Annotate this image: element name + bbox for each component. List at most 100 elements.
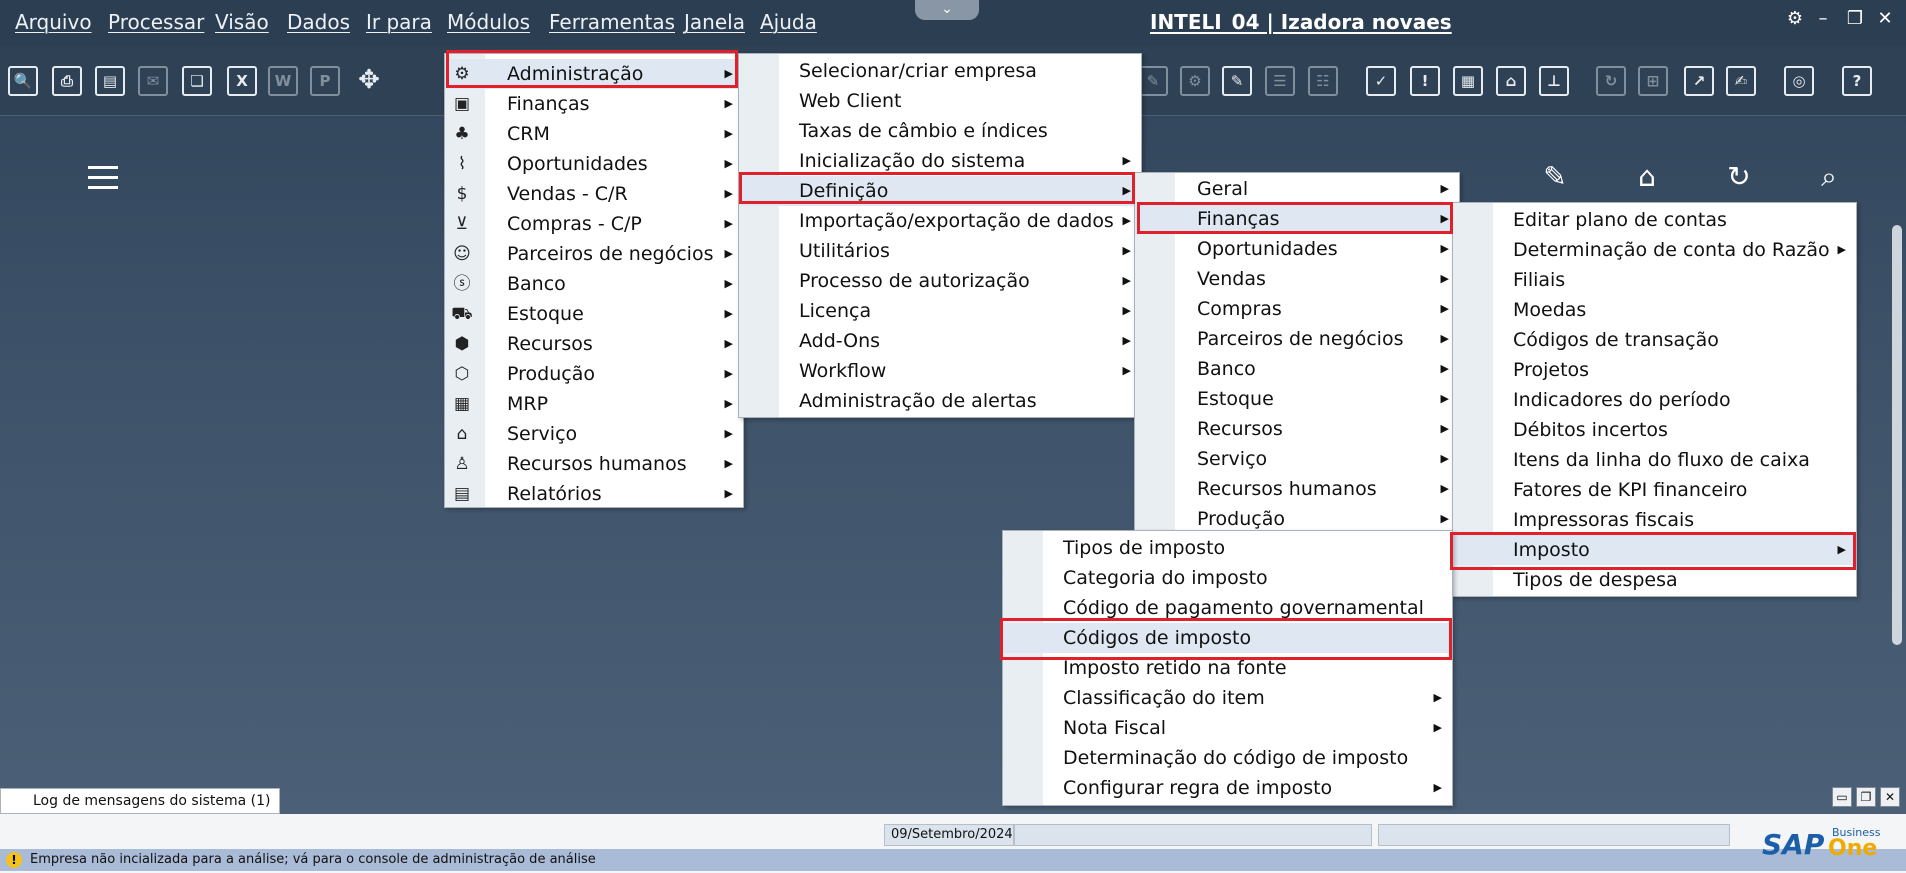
message-icon[interactable]: ☰: [1265, 66, 1295, 96]
approval-icon[interactable]: ✓: [1366, 66, 1396, 96]
financas-item-itens-da-linha-do-fluxo-de-caixa[interactable]: Itens da linha do fluxo de caixa: [1453, 445, 1856, 475]
administracao-item-inicializacao-do-sistema[interactable]: Inicialização do sistema ▶: [739, 146, 1141, 176]
excel-icon[interactable]: X: [227, 66, 257, 96]
scrollbar[interactable]: [1892, 225, 1902, 645]
word-icon[interactable]: W: [268, 66, 298, 96]
modulos-item-servico[interactable]: ⌂ Serviço ▶: [445, 419, 743, 449]
administracao-item-add-ons[interactable]: Add-Ons ▶: [739, 326, 1141, 356]
imposto-item-nota-fiscal[interactable]: Nota Fiscal ▶: [1003, 713, 1452, 743]
administracao-item-web-client[interactable]: Web Client: [739, 86, 1141, 116]
collapse-toolbar-button[interactable]: ⌄: [915, 0, 979, 20]
financas-item-moedas[interactable]: Moedas: [1453, 295, 1856, 325]
menu-arquivo[interactable]: Arquivo: [15, 10, 92, 34]
definicao-item-servico[interactable]: Serviço ▶: [1135, 444, 1459, 474]
restore-icon[interactable]: ❐: [1844, 8, 1866, 29]
menu-visao[interactable]: Visão: [215, 10, 269, 34]
modulos-item-vendas-c-r[interactable]: $ Vendas - C/R ▶: [445, 179, 743, 209]
modulos-item-crm[interactable]: ♣ CRM ▶: [445, 119, 743, 149]
calculator-icon[interactable]: ▦: [1453, 66, 1483, 96]
minimize-icon[interactable]: –: [1812, 8, 1834, 29]
definicao-item-financas[interactable]: Finanças ▶: [1135, 204, 1459, 234]
financas-item-filiais[interactable]: Filiais: [1453, 265, 1856, 295]
financas-item-projetos[interactable]: Projetos: [1453, 355, 1856, 385]
help-icon[interactable]: ?: [1842, 66, 1872, 96]
edit-icon[interactable]: ✎: [1538, 160, 1572, 193]
modulos-item-compras-c-p[interactable]: ⊻ Compras - C/P ▶: [445, 209, 743, 239]
menu-modulos[interactable]: Módulos: [447, 10, 530, 34]
modulos-item-financas[interactable]: ▣ Finanças ▶: [445, 89, 743, 119]
menu-dados[interactable]: Dados: [287, 10, 350, 34]
definicao-item-recursos[interactable]: Recursos ▶: [1135, 414, 1459, 444]
imposto-item-tipos-de-imposto[interactable]: Tipos de imposto: [1003, 533, 1452, 563]
imposto-item-categoria-do-imposto[interactable]: Categoria do imposto: [1003, 563, 1452, 593]
modulos-item-banco[interactable]: ⓢ Banco ▶: [445, 269, 743, 299]
financas-item-fatores-de-kpi-financeiro[interactable]: Fatores de KPI financeiro: [1453, 475, 1856, 505]
menu-ajuda[interactable]: Ajuda: [760, 10, 817, 34]
imposto-item-determinacao-do-codigo-de-imposto[interactable]: Determinação do código de imposto: [1003, 743, 1452, 773]
imposto-item-classificacao-do-item[interactable]: Classificação do item ▶: [1003, 683, 1452, 713]
definicao-item-compras[interactable]: Compras ▶: [1135, 294, 1459, 324]
settings-icon[interactable]: ⚙: [1784, 8, 1806, 29]
financas-item-indicadores-do-periodo[interactable]: Indicadores do período: [1453, 385, 1856, 415]
print-icon[interactable]: ⎙: [52, 66, 82, 96]
definicao-item-recursos-humanos[interactable]: Recursos humanos ▶: [1135, 474, 1459, 504]
financas-item-codigos-de-transacao[interactable]: Códigos de transação: [1453, 325, 1856, 355]
financas-item-impressoras-fiscais[interactable]: Impressoras fiscais: [1453, 505, 1856, 535]
imposto-item-codigo-de-pagamento-governamental[interactable]: Código de pagamento governamental: [1003, 593, 1452, 623]
administracao-item-taxas-de-cambio-e-indices[interactable]: Taxas de câmbio e índices: [739, 116, 1141, 146]
administracao-item-processo-de-autorizacao[interactable]: Processo de autorização ▶: [739, 266, 1141, 296]
financas-item-imposto[interactable]: Imposto ▶: [1453, 535, 1856, 565]
modulos-item-oportunidades[interactable]: ⌇ Oportunidades ▶: [445, 149, 743, 179]
trend-icon[interactable]: ↗: [1684, 66, 1714, 96]
administracao-item-workflow[interactable]: Workflow ▶: [739, 356, 1141, 386]
config-icon[interactable]: ⚙: [1180, 66, 1210, 96]
web-icon[interactable]: ◎: [1784, 66, 1814, 96]
hierarchy-icon[interactable]: ⌂: [1496, 66, 1526, 96]
email-icon[interactable]: ✉: [138, 66, 168, 96]
close-icon[interactable]: ✕: [1874, 8, 1896, 29]
refresh-doc-icon[interactable]: ↻: [1596, 66, 1626, 96]
administracao-item-administracao-de-alertas[interactable]: Administração de alertas: [739, 386, 1141, 416]
pdf-icon[interactable]: P: [310, 66, 340, 96]
menu-janela[interactable]: Janela: [684, 10, 745, 34]
definicao-item-geral[interactable]: Geral ▶: [1135, 174, 1459, 204]
administracao-item-licenca[interactable]: Licença ▶: [739, 296, 1141, 326]
administracao-item-definicao[interactable]: Definição ▶: [739, 176, 1141, 206]
pencil-icon[interactable]: ✎: [1138, 66, 1168, 96]
modulos-item-administracao[interactable]: ⚙ Administração ▶: [445, 59, 743, 89]
definicao-item-vendas[interactable]: Vendas ▶: [1135, 264, 1459, 294]
imposto-item-configurar-regra-de-imposto[interactable]: Configurar regra de imposto ▶: [1003, 773, 1452, 803]
imposto-item-imposto-retido-na-fonte[interactable]: Imposto retido na fonte: [1003, 653, 1452, 683]
imposto-item-codigos-de-imposto[interactable]: Códigos de imposto: [1003, 623, 1452, 653]
alert-icon[interactable]: !: [1410, 66, 1440, 96]
panel-minimize-icon[interactable]: ▭: [1832, 787, 1852, 807]
modulos-item-producao[interactable]: ⬡ Produção ▶: [445, 359, 743, 389]
definicao-item-banco[interactable]: Banco ▶: [1135, 354, 1459, 384]
folder-icon[interactable]: ⌂: [1630, 160, 1664, 193]
administracao-item-utilitarios[interactable]: Utilitários ▶: [739, 236, 1141, 266]
financas-item-tipos-de-despesa[interactable]: Tipos de despesa: [1453, 565, 1856, 595]
copy-icon[interactable]: ❏: [182, 66, 212, 96]
menu-ferramentas[interactable]: Ferramentas: [549, 10, 675, 34]
administracao-item-selecionar-criar-empresa[interactable]: Selecionar/criar empresa: [739, 56, 1141, 86]
refresh-icon[interactable]: ↻: [1722, 160, 1756, 193]
modulos-item-parceiros-de-negocios[interactable]: ☺ Parceiros de negócios ▶: [445, 239, 743, 269]
administracao-item-importacao-exportacao-de-dados[interactable]: Importação/exportação de dados ▶: [739, 206, 1141, 236]
modulos-item-estoque[interactable]: ⛟ Estoque ▶: [445, 299, 743, 329]
menu-ir-para[interactable]: Ir para: [366, 10, 432, 34]
definicao-item-parceiros-de-negocios[interactable]: Parceiros de negócios ▶: [1135, 324, 1459, 354]
print-layout-icon[interactable]: ▤: [95, 66, 125, 96]
search-icon[interactable]: ⌕: [1812, 160, 1846, 194]
financas-item-editar-plano-de-contas[interactable]: Editar plano de contas: [1453, 205, 1856, 235]
panel-restore-icon[interactable]: ❐: [1856, 787, 1876, 807]
stamp-icon[interactable]: ⊥: [1539, 66, 1569, 96]
chat-icon[interactable]: ☷: [1308, 66, 1338, 96]
doc-edit-icon[interactable]: ✎: [1222, 66, 1252, 96]
definicao-item-oportunidades[interactable]: Oportunidades ▶: [1135, 234, 1459, 264]
widget-icon[interactable]: ⊞: [1638, 66, 1668, 96]
modulos-item-relatorios[interactable]: ▤ Relatórios ▶: [445, 479, 743, 509]
modulos-item-recursos-humanos[interactable]: ♙ Recursos humanos ▶: [445, 449, 743, 479]
hamburger-menu-icon[interactable]: [88, 166, 118, 196]
modulos-item-mrp[interactable]: ▦ MRP ▶: [445, 389, 743, 419]
financas-item-determinacao-de-conta-do-razao[interactable]: Determinação de conta do Razão ▶: [1453, 235, 1856, 265]
